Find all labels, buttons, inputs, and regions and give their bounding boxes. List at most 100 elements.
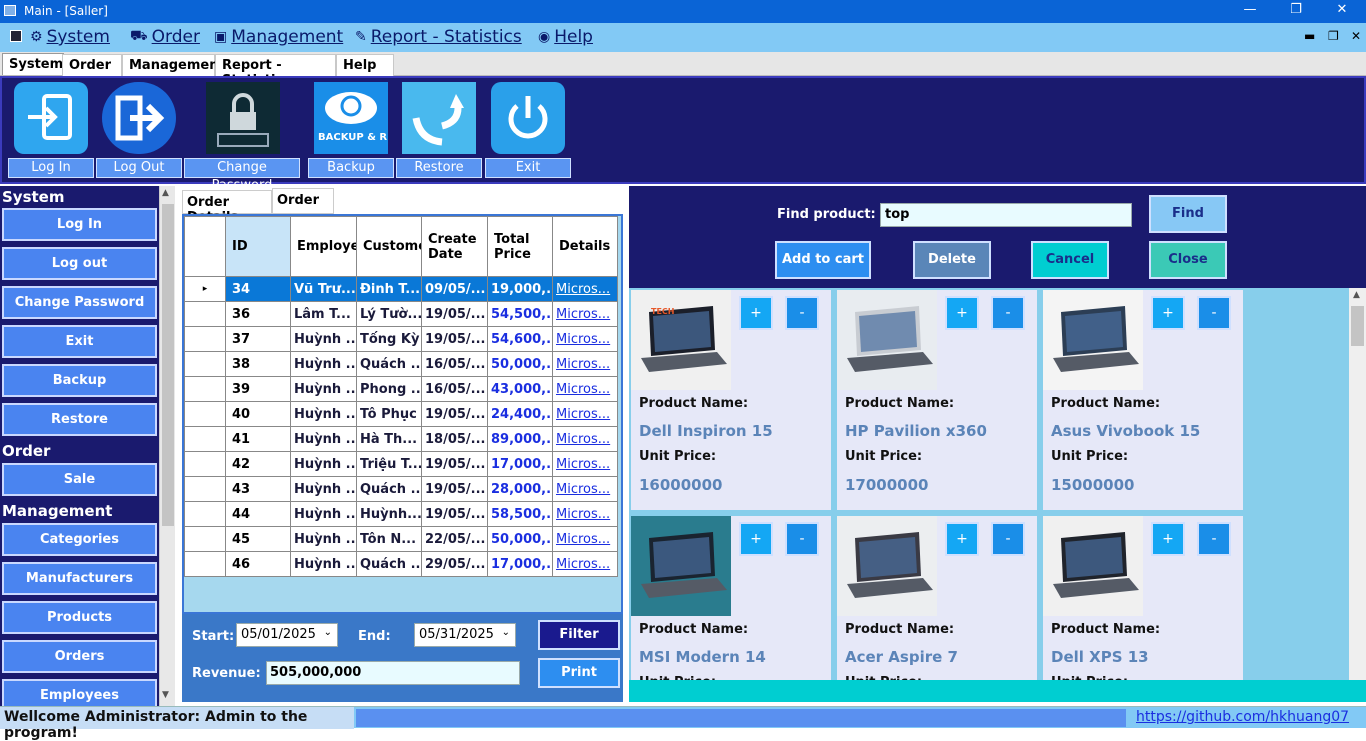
product-card[interactable]: + - Product Name: Asus Vivobook 15 Unit Pric… <box>1043 290 1243 510</box>
close-button[interactable]: Close <box>1149 241 1227 279</box>
scroll-down-icon[interactable]: ▼ <box>162 690 169 700</box>
end-date-picker[interactable]: 05/31/2025 ⌄ <box>414 623 516 647</box>
sidebar-item-backup[interactable]: Backup <box>2 364 157 397</box>
ribbon-restore-button[interactable]: Restore <box>396 82 482 178</box>
tab-order[interactable]: Order <box>272 188 334 214</box>
filter-button[interactable]: Filter <box>538 620 620 650</box>
sidebar-item-categories[interactable]: Categories <box>2 523 157 556</box>
cell-details-link[interactable]: Micros... <box>552 401 618 427</box>
scroll-thumb[interactable] <box>162 204 174 526</box>
table-row[interactable]: 36Lâm T...Lý Tườ...19/05/...54,500,...Mi… <box>184 301 618 327</box>
ribbon-tab-system[interactable]: System <box>2 53 64 75</box>
mdi-close-icon[interactable]: ✕ <box>1351 29 1361 43</box>
table-row[interactable]: 45Huỳnh ...Tôn N...22/05/...50,000,...Mi… <box>184 526 618 552</box>
column-header-employee[interactable]: Employee <box>290 216 357 277</box>
ribbon-login-button[interactable]: Log In <box>8 82 94 178</box>
close-icon[interactable]: ✕ <box>1322 2 1362 17</box>
menu-report[interactable]: ✎ Report - Statistics <box>355 27 522 47</box>
mdi-window-icon[interactable] <box>10 30 22 42</box>
ribbon-change-password-button[interactable]: Change Password <box>184 82 302 193</box>
scroll-up-icon[interactable]: ▲ <box>162 188 169 198</box>
product-card[interactable]: + - Product Name: HP Pavilion x360 Unit Pric… <box>837 290 1037 510</box>
sidebar-item-login[interactable]: Log In <box>2 208 157 241</box>
table-row[interactable]: 40Huỳnh ...Tô Phục19/05/...24,400,...Mic… <box>184 401 618 427</box>
menu-system[interactable]: ⚙ System <box>30 27 110 47</box>
ribbon-tab-order[interactable]: Order <box>62 54 122 76</box>
ribbon-exit-button[interactable]: Exit <box>485 82 571 178</box>
start-date-picker[interactable]: 05/01/2025 ⌄ <box>236 623 338 647</box>
product-card[interactable]: TECH + - Product Name: Dell Inspiron 15 Unit … <box>631 290 831 510</box>
decrease-quantity-button[interactable]: - <box>991 296 1025 330</box>
product-card[interactable]: +-Product Name:Dell XPS 13Unit Price: <box>1043 516 1243 680</box>
table-row[interactable]: 44Huỳnh ...Huỳnh...19/05/...58,500,...Mi… <box>184 501 618 527</box>
increase-quantity-button[interactable]: + <box>1151 296 1185 330</box>
cell-details-link[interactable]: Micros... <box>552 276 618 302</box>
increase-quantity-button[interactable]: + <box>1151 522 1185 556</box>
increase-quantity-button[interactable]: + <box>945 522 979 556</box>
table-row[interactable]: 46Huỳnh ...Quách ...29/05/...17,000,...M… <box>184 551 618 577</box>
sidebar-item-employees[interactable]: Employees <box>2 679 157 706</box>
product-card[interactable]: +-Product Name:MSI Modern 14Unit Price: <box>631 516 831 680</box>
menu-order[interactable]: ⛟ Order <box>130 27 200 47</box>
cell-details-link[interactable]: Micros... <box>552 301 618 327</box>
decrease-quantity-button[interactable]: - <box>785 296 819 330</box>
sidebar-item-orders[interactable]: Orders <box>2 640 157 673</box>
scroll-thumb[interactable] <box>1351 306 1364 346</box>
table-row[interactable]: 41Huỳnh ...Hà Th...18/05/...89,000,...Mi… <box>184 426 618 452</box>
column-header-create-date[interactable]: Create Date <box>421 216 488 277</box>
mdi-restore-icon[interactable]: ❐ <box>1328 29 1339 43</box>
sidebar-item-logout[interactable]: Log out <box>2 247 157 280</box>
decrease-quantity-button[interactable]: - <box>1197 522 1231 556</box>
sidebar-item-restore[interactable]: Restore <box>2 403 157 436</box>
cell-details-link[interactable]: Micros... <box>552 526 618 552</box>
ribbon-tab-management[interactable]: Management <box>122 54 225 76</box>
cell-details-link[interactable]: Micros... <box>552 376 618 402</box>
product-card[interactable]: +-Product Name:Acer Aspire 7Unit Price: <box>837 516 1037 680</box>
column-header-id[interactable]: ID <box>225 216 291 277</box>
column-header-details[interactable]: Details <box>552 216 618 277</box>
cell-details-link[interactable]: Micros... <box>552 326 618 352</box>
column-header-total-price[interactable]: Total Price <box>487 216 553 277</box>
increase-quantity-button[interactable]: + <box>739 296 773 330</box>
ribbon-tab-report[interactable]: Report - Statistics <box>215 54 336 88</box>
sidebar-item-products[interactable]: Products <box>2 601 157 634</box>
tab-order-details[interactable]: Order Details <box>182 190 272 225</box>
sidebar-item-sale[interactable]: Sale <box>2 463 157 496</box>
sidebar-item-manufacturers[interactable]: Manufacturers <box>2 562 157 595</box>
table-row[interactable]: 43Huỳnh ...Quách ...19/05/...28,000,...M… <box>184 476 618 502</box>
sidebar-item-change-password[interactable]: Change Password <box>2 286 157 319</box>
menu-help[interactable]: ◉ Help <box>538 27 593 47</box>
find-product-input[interactable]: top <box>880 203 1132 227</box>
table-row[interactable]: 37Huỳnh ...Tống Kỳ19/05/...54,600,...Mic… <box>184 326 618 352</box>
minimize-icon[interactable]: — <box>1230 2 1270 17</box>
increase-quantity-button[interactable]: + <box>739 522 773 556</box>
column-header-customer[interactable]: Customer <box>356 216 422 277</box>
table-row[interactable]: 38Huỳnh ...Quách ...16/05/...50,000,...M… <box>184 351 618 377</box>
scroll-up-icon[interactable]: ▲ <box>1353 290 1360 300</box>
ribbon-logout-button[interactable]: Log Out <box>96 82 182 178</box>
products-scrollbar[interactable]: ▲ <box>1349 288 1366 680</box>
print-button[interactable]: Print <box>538 658 620 688</box>
mdi-minimize-icon[interactable]: ▬ <box>1304 29 1315 43</box>
cell-details-link[interactable]: Micros... <box>552 451 618 477</box>
table-row[interactable]: 39Huỳnh ...Phong ...16/05/...43,000,...M… <box>184 376 618 402</box>
delete-button[interactable]: Delete <box>913 241 991 279</box>
cell-details-link[interactable]: Micros... <box>552 426 618 452</box>
revenue-field[interactable]: 505,000,000 <box>266 661 520 685</box>
decrease-quantity-button[interactable]: - <box>1197 296 1231 330</box>
table-row[interactable]: 42Huỳnh ...Triệu T...19/05/...17,000,...… <box>184 451 618 477</box>
cancel-button[interactable]: Cancel <box>1031 241 1109 279</box>
ribbon-tab-help[interactable]: Help <box>336 54 394 76</box>
cell-details-link[interactable]: Micros... <box>552 351 618 377</box>
decrease-quantity-button[interactable]: - <box>991 522 1025 556</box>
decrease-quantity-button[interactable]: - <box>785 522 819 556</box>
ribbon-backup-button[interactable]: BACKUP & RESTORE Backup <box>308 82 431 178</box>
menu-management[interactable]: ▣ Management <box>214 27 343 47</box>
cell-details-link[interactable]: Micros... <box>552 551 618 577</box>
add-to-cart-button[interactable]: Add to cart <box>775 241 871 279</box>
restore-icon[interactable]: ❐ <box>1276 2 1316 17</box>
increase-quantity-button[interactable]: + <box>945 296 979 330</box>
sidebar-item-exit[interactable]: Exit <box>2 325 157 358</box>
cell-details-link[interactable]: Micros... <box>552 476 618 502</box>
github-link[interactable]: https://github.com/hkhuang07 <box>1136 709 1349 725</box>
